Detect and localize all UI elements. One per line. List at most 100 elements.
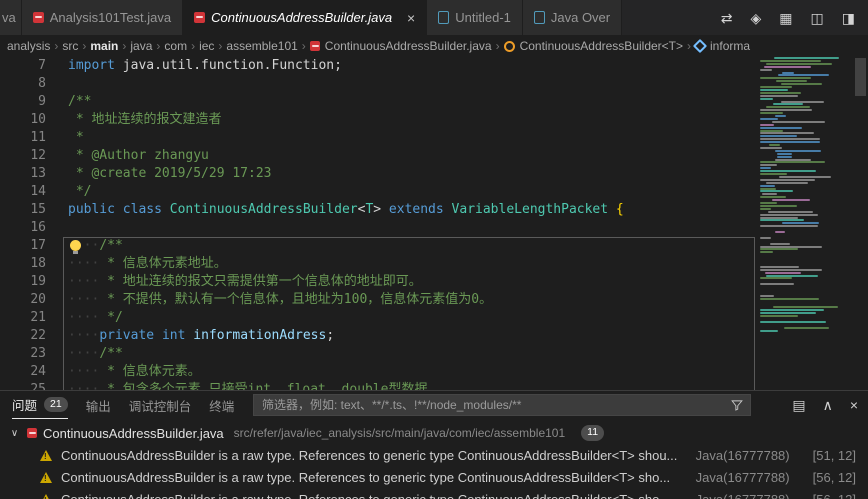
code-line[interactable]: ···· * 不提供，默认有一个信息体，且地址为100，信息体元素值为0。 bbox=[68, 291, 624, 309]
problem-position: [51, 12] bbox=[812, 447, 856, 463]
tab-continuousaddressbuilder-java[interactable]: ContinuousAddressBuilder.java × bbox=[183, 0, 428, 35]
line-number[interactable]: 23 bbox=[0, 345, 46, 363]
editor-scrollbar[interactable] bbox=[855, 58, 866, 96]
problems-file-row[interactable]: ∨ ContinuousAddressBuilder.java src/refer/… bbox=[0, 422, 868, 444]
breadcrumb-item-continuousaddressbuilder-t[interactable]: ContinuousAddressBuilder<T> bbox=[503, 39, 683, 53]
breadcrumb-item-com[interactable]: com bbox=[164, 39, 187, 53]
code-line[interactable]: ····/** bbox=[68, 345, 624, 363]
breadcrumb-label: assemble101 bbox=[226, 39, 298, 53]
panel-tab-label: 终端 bbox=[209, 399, 235, 414]
java-file-icon bbox=[194, 12, 206, 23]
problems-view: ∨ ContinuousAddressBuilder.java src/refer/… bbox=[0, 422, 868, 499]
breadcrumb-label: analysis bbox=[7, 39, 51, 53]
breadcrumb-item-continuousaddressbuilder-java[interactable]: ContinuousAddressBuilder.java bbox=[309, 39, 492, 53]
problem-source: Java(16777788) bbox=[695, 491, 790, 499]
tab-label: Analysis101Test.java bbox=[49, 10, 172, 25]
view-as-table-icon[interactable]: ▤ bbox=[792, 398, 805, 412]
chevron-down-icon[interactable]: ∨ bbox=[8, 428, 21, 439]
line-number[interactable]: 22 bbox=[0, 327, 46, 345]
code-line[interactable]: /** bbox=[68, 93, 624, 111]
line-number[interactable]: 14 bbox=[0, 183, 46, 201]
line-number[interactable]: 18 bbox=[0, 255, 46, 273]
code-line[interactable]: * @create 2019/5/29 17:23 bbox=[68, 165, 624, 183]
problem-row[interactable]: ContinuousAddressBuilder is a raw type. … bbox=[0, 466, 868, 488]
filter-funnel-icon bbox=[731, 399, 743, 411]
line-number[interactable]: 17 bbox=[0, 237, 46, 255]
problems-count-badge: 21 bbox=[44, 396, 68, 413]
problem-row[interactable]: ContinuousAddressBuilder is a raw type. … bbox=[0, 488, 868, 499]
code-line[interactable]: public class ContinuousAddressBuilder<T>… bbox=[68, 201, 624, 219]
line-number[interactable]: 10 bbox=[0, 111, 46, 129]
split-editor-icon[interactable]: ◫ bbox=[811, 11, 824, 25]
problem-row[interactable]: ContinuousAddressBuilder is a raw type. … bbox=[0, 444, 868, 466]
code-line[interactable]: ····private int informationAdress; bbox=[68, 327, 624, 345]
breadcrumb-label: ContinuousAddressBuilder.java bbox=[324, 39, 492, 53]
line-number[interactable]: 16 bbox=[0, 219, 46, 237]
code-line[interactable]: ···· * 包含多个元素,只接受int, float, double型数据 bbox=[68, 381, 624, 390]
breadcrumb-item-java[interactable]: java bbox=[130, 39, 152, 53]
code-content[interactable]: import java.util.function.Function; /** *… bbox=[68, 57, 624, 390]
line-number[interactable]: 8 bbox=[0, 75, 46, 93]
tab-java-over[interactable]: Java Over bbox=[522, 0, 623, 35]
line-number[interactable]: 25 bbox=[0, 381, 46, 390]
line-number[interactable]: 15 bbox=[0, 201, 46, 219]
line-number[interactable]: 12 bbox=[0, 147, 46, 165]
panel-tab-debug-console[interactable]: 调试控制台 bbox=[129, 391, 192, 419]
editor-actions: ⇄ ◈ ▦ ◫ ◨ bbox=[708, 0, 868, 35]
code-line[interactable]: * 地址连续的报文建造者 bbox=[68, 111, 624, 129]
breadcrumb-separator-icon: › bbox=[54, 39, 59, 53]
close-panel-icon[interactable]: × bbox=[850, 398, 858, 412]
tab-label: ContinuousAddressBuilder.java bbox=[211, 10, 393, 25]
compare-changes-icon[interactable]: ⇄ bbox=[721, 11, 733, 25]
panel-tab-terminal[interactable]: 终端 bbox=[209, 391, 234, 419]
code-editor[interactable]: 7 8 9 10 11 12 13 14 15 16 17 18 19 20 21 22 23 24 25 impo… bbox=[0, 57, 868, 390]
tab-untitled-1[interactable]: Untitled-1 bbox=[427, 0, 523, 35]
code-line[interactable]: import java.util.function.Function; bbox=[68, 57, 624, 75]
breadcrumb-item-src[interactable]: src bbox=[62, 39, 78, 53]
line-number[interactable]: 13 bbox=[0, 165, 46, 183]
code-line[interactable]: ···· */ bbox=[68, 309, 624, 327]
tab-partial[interactable]: va bbox=[0, 0, 22, 35]
breadcrumb-item-iec[interactable]: iec bbox=[199, 39, 214, 53]
code-line[interactable]: ····/** bbox=[68, 237, 624, 255]
line-number[interactable]: 24 bbox=[0, 363, 46, 381]
code-line[interactable]: * bbox=[68, 129, 624, 147]
code-line[interactable]: ···· * 地址连续的报文只需提供第一个信息体的地址即可。 bbox=[68, 273, 624, 291]
code-line[interactable]: ···· * 信息体元素。 bbox=[68, 363, 624, 381]
breadcrumb-item-main[interactable]: main bbox=[90, 39, 118, 53]
code-line[interactable] bbox=[68, 75, 624, 93]
line-number[interactable]: 7 bbox=[0, 57, 46, 75]
maximize-panel-icon[interactable]: ∧ bbox=[823, 398, 833, 412]
lightbulb-icon[interactable] bbox=[70, 240, 81, 254]
line-number[interactable]: 19 bbox=[0, 273, 46, 291]
breadcrumb-item-informa[interactable]: informa bbox=[692, 38, 750, 54]
close-tab-icon[interactable]: × bbox=[407, 11, 415, 25]
code-line[interactable]: */ bbox=[68, 183, 624, 201]
line-number[interactable]: 9 bbox=[0, 93, 46, 111]
breadcrumb-item-assemble101[interactable]: assemble101 bbox=[226, 39, 297, 53]
problem-message: ContinuousAddressBuilder is a raw type. … bbox=[61, 491, 671, 499]
line-number[interactable]: 21 bbox=[0, 309, 46, 327]
breadcrumb-item-analysis[interactable]: analysis bbox=[7, 39, 50, 53]
tab-analysis101test-java[interactable]: Analysis101Test.java bbox=[21, 0, 184, 35]
tab-label: Java Over bbox=[550, 10, 611, 25]
minimap[interactable] bbox=[758, 57, 852, 390]
line-number-gutter[interactable]: 7 8 9 10 11 12 13 14 15 16 17 18 19 20 21 22 23 24 25 bbox=[0, 57, 46, 390]
breadcrumb-separator-icon: › bbox=[687, 39, 692, 53]
code-line[interactable]: ···· * 信息体元素地址。 bbox=[68, 255, 624, 273]
code-line[interactable]: * @Author zhangyu bbox=[68, 147, 624, 165]
problems-filter-input[interactable] bbox=[254, 398, 731, 412]
breadcrumb-separator-icon: › bbox=[218, 39, 223, 53]
panel-tab-output[interactable]: 输出 bbox=[86, 391, 111, 419]
diamond-icon[interactable]: ◈ bbox=[751, 11, 762, 25]
problem-message: ContinuousAddressBuilder is a raw type. … bbox=[61, 469, 671, 485]
line-number[interactable]: 11 bbox=[0, 129, 46, 147]
code-line[interactable] bbox=[68, 219, 624, 237]
editor-layout-icon[interactable]: ◨ bbox=[842, 11, 855, 25]
grid-view-icon[interactable]: ▦ bbox=[779, 11, 792, 25]
breadcrumb-label: main bbox=[90, 39, 119, 53]
panel-tab-problems[interactable]: 问题 21 bbox=[12, 391, 68, 419]
problems-file-name: ContinuousAddressBuilder.java bbox=[43, 425, 224, 441]
breadcrumb-separator-icon: › bbox=[191, 39, 196, 53]
line-number[interactable]: 20 bbox=[0, 291, 46, 309]
